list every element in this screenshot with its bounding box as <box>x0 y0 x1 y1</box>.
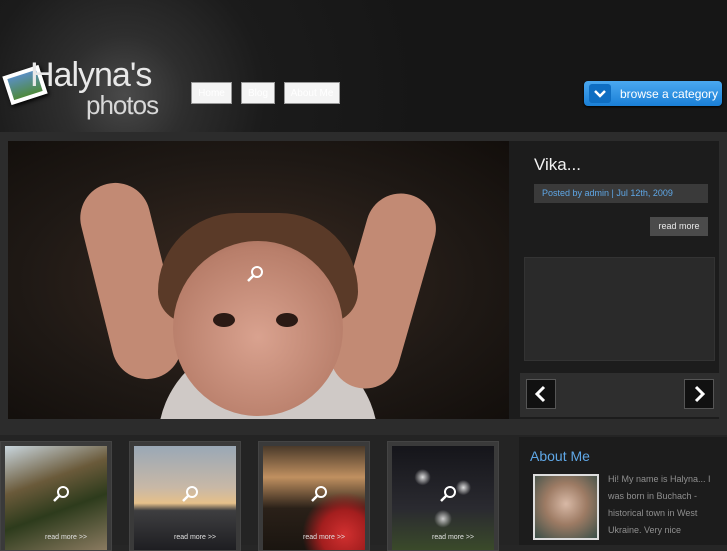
logo-text-photos: photos <box>86 90 159 120</box>
post-excerpt-area <box>524 257 715 361</box>
thumbnail-read-more[interactable]: read more >> <box>303 534 345 541</box>
thumbnail-card[interactable]: read more >> <box>387 441 499 551</box>
thumbnail-read-more[interactable]: read more >> <box>174 534 216 541</box>
featured-post-title[interactable]: Vika... <box>534 155 581 175</box>
magnifier-icon <box>182 486 198 502</box>
featured-post-panel: Vika... Posted by admin | Jul 12th, 2009… <box>509 141 720 419</box>
browse-category-label: browse a category <box>620 87 719 101</box>
magnifier-icon <box>53 486 69 502</box>
next-slide-button[interactable] <box>684 379 714 409</box>
magnifier-icon <box>440 486 456 502</box>
nav-home[interactable]: Home <box>191 82 232 104</box>
avatar <box>533 474 599 540</box>
arrow-right-icon <box>694 385 706 403</box>
previous-slide-button[interactable] <box>526 379 556 409</box>
thumbnail-read-more[interactable]: read more >> <box>432 534 474 541</box>
featured-image[interactable] <box>8 141 509 419</box>
site-logo[interactable]: Halyna's photos <box>2 56 174 128</box>
about-me-widget: About Me Hi! My name is Halyna... I was … <box>519 437 727 545</box>
thumbnail-card[interactable]: read more >> <box>0 441 112 551</box>
thumbnail-card[interactable]: read more >> <box>129 441 241 551</box>
nav-blog[interactable]: Blog <box>241 82 275 104</box>
about-me-heading: About Me <box>530 448 590 464</box>
arrow-left-icon <box>534 385 546 403</box>
slider-controls <box>520 373 720 417</box>
magnifier-icon <box>247 266 263 282</box>
thumbnail-read-more[interactable]: read more >> <box>45 534 87 541</box>
browse-category-button[interactable]: browse a category <box>584 81 722 106</box>
thumbnail-card[interactable]: read more >> <box>258 441 370 551</box>
read-more-button[interactable]: read more <box>650 217 708 236</box>
magnifier-icon <box>311 486 327 502</box>
chevron-down-icon <box>589 84 611 103</box>
nav-about-me[interactable]: About Me <box>284 82 340 104</box>
post-meta: Posted by admin | Jul 12th, 2009 <box>534 184 708 203</box>
about-me-text: Hi! My name is Halyna... I was born in B… <box>608 474 711 535</box>
